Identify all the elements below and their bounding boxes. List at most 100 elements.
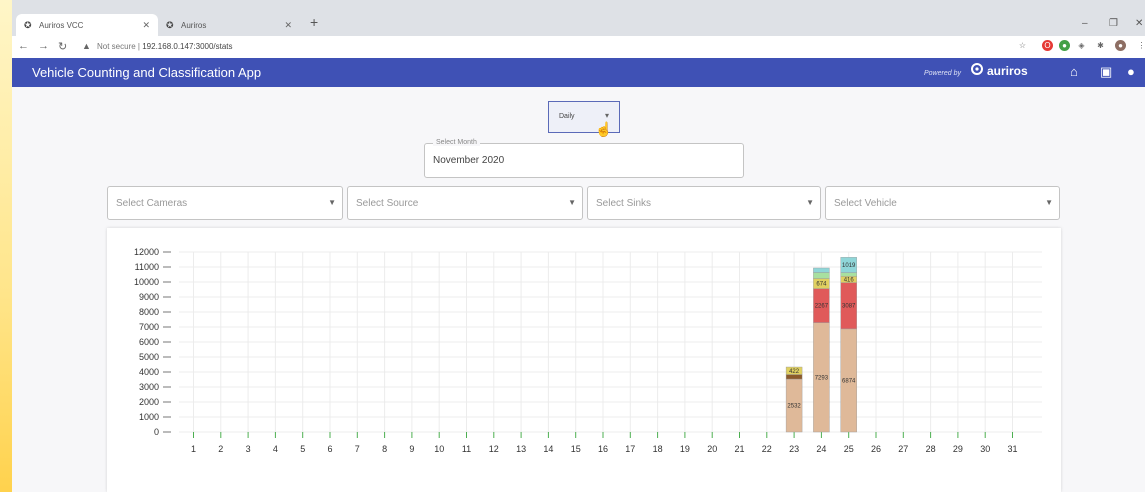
x-tick-label: 7 bbox=[355, 444, 360, 454]
x-tick-label: 4 bbox=[273, 444, 278, 454]
puzzle-extension-icon[interactable]: ✱ bbox=[1095, 40, 1106, 51]
x-tick-label: 17 bbox=[625, 444, 635, 454]
y-tick-label: 1000 bbox=[139, 412, 159, 422]
y-tick-label: 12000 bbox=[134, 247, 159, 257]
month-picker-value: November 2020 bbox=[433, 155, 505, 166]
dropdown-arrow-icon: ▼ bbox=[328, 198, 336, 207]
y-tick-label: 6000 bbox=[139, 337, 159, 347]
close-window-icon[interactable]: ✕ bbox=[1135, 18, 1143, 29]
x-tick-label: 27 bbox=[898, 444, 908, 454]
dashboard-icon[interactable]: ▣ bbox=[1100, 64, 1112, 80]
tab-title: Auriros bbox=[181, 20, 207, 30]
app-favicon-icon: ✪ bbox=[166, 19, 174, 30]
address-bar: ← → ↻ ▲ Not secure | 192.168.0.147:3000/… bbox=[12, 36, 1145, 58]
new-tab-icon[interactable]: + bbox=[310, 14, 318, 30]
x-tick-label: 16 bbox=[598, 444, 608, 454]
x-tick-label: 31 bbox=[1007, 444, 1017, 454]
sinks-select[interactable]: Select Sinks ▼ bbox=[587, 186, 821, 220]
browser-tab-strip: ✪ Auriros VCC ✕ ✪ Auriros ✕ + – ❐ ✕ bbox=[12, 0, 1145, 36]
restore-icon[interactable]: ❐ bbox=[1109, 18, 1118, 29]
y-tick-label: 9000 bbox=[139, 292, 159, 302]
x-tick-label: 28 bbox=[926, 444, 936, 454]
desktop-edge bbox=[0, 0, 12, 492]
bar-segment bbox=[813, 267, 830, 273]
forward-icon[interactable]: → bbox=[38, 40, 49, 52]
star-icon[interactable]: ☆ bbox=[1017, 40, 1028, 51]
profile-avatar-icon[interactable]: ● bbox=[1115, 40, 1126, 51]
y-tick-label: 0 bbox=[154, 427, 159, 437]
bar-data-label: 416 bbox=[844, 277, 855, 283]
x-tick-label: 11 bbox=[462, 444, 471, 454]
y-tick-label: 3000 bbox=[139, 382, 159, 392]
tab-title: Auriros VCC bbox=[39, 20, 84, 30]
source-select-placeholder: Select Source bbox=[356, 198, 419, 209]
browser-tab[interactable]: ✪ Auriros ✕ bbox=[158, 14, 300, 36]
close-icon[interactable]: ✕ bbox=[284, 20, 292, 31]
opera-extension-icon[interactable]: O bbox=[1042, 40, 1053, 51]
vehicle-select-placeholder: Select Vehicle bbox=[834, 198, 897, 209]
app-favicon-icon: ✪ bbox=[24, 19, 32, 30]
shield-extension-icon[interactable]: ◈ bbox=[1076, 40, 1087, 51]
x-tick-label: 9 bbox=[409, 444, 414, 454]
menu-dots-icon[interactable]: ⋮ bbox=[1136, 40, 1145, 51]
x-tick-label: 19 bbox=[680, 444, 690, 454]
x-tick-label: 6 bbox=[327, 444, 332, 454]
chevron-down-icon: ▾ bbox=[605, 111, 610, 120]
dropdown-arrow-icon: ▼ bbox=[568, 198, 576, 207]
account-icon[interactable]: ● bbox=[1127, 64, 1135, 79]
x-tick-label: 20 bbox=[707, 444, 717, 454]
reload-icon[interactable]: ↻ bbox=[58, 40, 67, 53]
powered-by-label: Powered by bbox=[924, 70, 961, 77]
period-toggle-label: Daily bbox=[559, 113, 575, 120]
home-icon[interactable]: ⌂ bbox=[1070, 64, 1078, 79]
vehicle-count-chart: 0 1000 2000 3000 4000 5000 6000 7000 8000 9000 100… bbox=[107, 228, 1061, 492]
y-tick-label: 8000 bbox=[139, 307, 159, 317]
x-tick-label: 8 bbox=[382, 444, 387, 454]
month-picker[interactable]: Select Month November 2020 bbox=[424, 139, 744, 178]
x-tick-label: 29 bbox=[953, 444, 963, 454]
x-tick-label: 25 bbox=[844, 444, 854, 454]
bar-data-label: 7293 bbox=[815, 375, 829, 381]
browser-tab[interactable]: ✪ Auriros VCC ✕ bbox=[16, 14, 158, 36]
y-tick-label: 10000 bbox=[134, 277, 159, 287]
x-tick-label: 2 bbox=[218, 444, 223, 454]
minimize-icon[interactable]: – bbox=[1082, 18, 1088, 29]
x-tick-label: 10 bbox=[434, 444, 444, 454]
url-text: 192.168.0.147:3000/stats bbox=[142, 42, 233, 51]
y-tick-label: 11000 bbox=[135, 262, 159, 272]
source-select[interactable]: Select Source ▼ bbox=[347, 186, 583, 220]
x-tick-label: 1 bbox=[191, 444, 196, 454]
cameras-select[interactable]: Select Cameras ▼ bbox=[107, 186, 343, 220]
warning-icon: ▲ bbox=[82, 41, 91, 51]
x-tick-label: 13 bbox=[516, 444, 526, 454]
bar-data-label: 1019 bbox=[842, 263, 856, 269]
bar-segment bbox=[813, 272, 830, 279]
dropdown-arrow-icon: ▼ bbox=[1045, 198, 1053, 207]
y-tick-label: 7000 bbox=[139, 322, 159, 332]
chart-svg: 0 1000 2000 3000 4000 5000 6000 7000 8000 9000 100… bbox=[134, 247, 1042, 454]
x-tick-label: 18 bbox=[653, 444, 663, 454]
bar-data-label: 6874 bbox=[842, 378, 856, 384]
bar-segment bbox=[840, 272, 857, 277]
x-tick-label: 3 bbox=[246, 444, 251, 454]
url-field[interactable]: Not secure | 192.168.0.147:3000/stats bbox=[97, 42, 233, 51]
x-tick-label: 22 bbox=[762, 444, 772, 454]
x-tick-label: 12 bbox=[489, 444, 499, 454]
cameras-select-placeholder: Select Cameras bbox=[116, 198, 188, 209]
green-extension-icon[interactable]: ● bbox=[1059, 40, 1070, 51]
bar-data-label: 674 bbox=[816, 282, 827, 288]
x-tick-label: 24 bbox=[816, 444, 826, 454]
brand-name: auriros bbox=[987, 64, 1028, 78]
bar-data-label: 2267 bbox=[815, 304, 829, 310]
x-tick-label: 30 bbox=[980, 444, 990, 454]
url-security-label: Not secure bbox=[97, 42, 136, 51]
vehicle-select[interactable]: Select Vehicle ▼ bbox=[825, 186, 1060, 220]
app-title: Vehicle Counting and Classification App bbox=[32, 65, 262, 80]
y-tick-label: 2000 bbox=[139, 397, 159, 407]
x-tick-label: 26 bbox=[871, 444, 881, 454]
close-icon[interactable]: ✕ bbox=[142, 20, 150, 31]
bar-data-label: 3087 bbox=[842, 304, 856, 310]
back-icon[interactable]: ← bbox=[18, 40, 29, 52]
bar-segment bbox=[785, 374, 803, 380]
y-tick-label: 4000 bbox=[139, 367, 159, 377]
